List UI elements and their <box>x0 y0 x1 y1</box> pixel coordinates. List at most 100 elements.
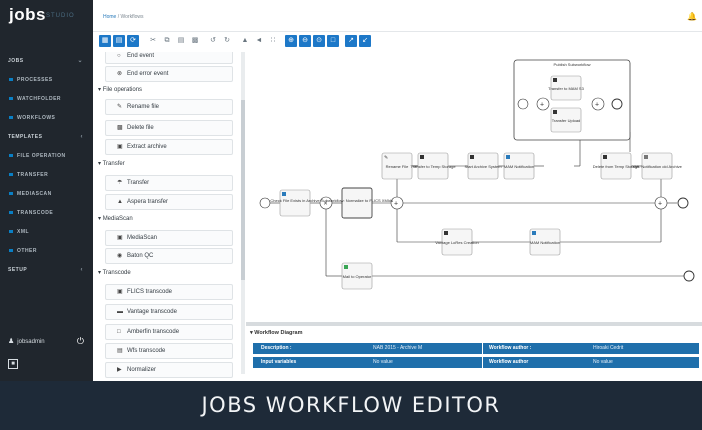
palette-item-label: Wfs transcode <box>127 348 166 354</box>
transfer-icon <box>420 155 424 159</box>
power-icon[interactable]: ⏻ <box>77 336 84 347</box>
top-bar: Home / Workflows 🔔 <box>93 0 702 32</box>
zoom-in-icon[interactable]: ⊕ <box>285 35 297 47</box>
task-label: Vantage LoRes Creation <box>435 240 479 245</box>
sidebar-item-templates[interactable]: TEMPLATES ‹ <box>0 128 93 147</box>
property-value: Hiroaki Cedrit <box>593 345 624 351</box>
sidebar-item-file-operation[interactable]: FILE OPERATION <box>0 147 93 166</box>
palette-item-end-error-event[interactable]: ⊗ End error event <box>105 66 233 82</box>
sidebar-item-jobs[interactable]: JOBS ⌄ <box>0 52 93 71</box>
zoom-out-icon[interactable]: ⊖ <box>299 35 311 47</box>
palette-item-wfs-transcode[interactable]: ▤ Wfs transcode <box>105 343 233 359</box>
undo-icon[interactable]: ↺ <box>207 35 219 47</box>
palette-group-transfer[interactable]: ▾ Transfer <box>98 160 125 167</box>
connect-icon[interactable]: ∷ <box>267 35 279 47</box>
transfer-icon <box>553 78 557 82</box>
validate-icon[interactable]: ⟳ <box>127 35 139 47</box>
sidebar-item-transfer[interactable]: TRANSFER <box>0 166 93 185</box>
xml-icon <box>644 155 648 159</box>
palette-group-label: Transfer <box>102 161 125 167</box>
save-icon[interactable]: ▦ <box>99 35 111 47</box>
copy-icon[interactable]: ⧉ <box>161 35 173 47</box>
save-as-icon[interactable]: ▤ <box>113 35 125 47</box>
canvas-horizontal-scrollbar[interactable] <box>246 322 702 326</box>
palette-item-normalizer[interactable]: ▶ Normalizer <box>105 362 233 378</box>
fit-icon[interactable]: □ <box>327 35 339 47</box>
paste-icon[interactable]: ▤ <box>175 35 187 47</box>
sidebar-item-watchfolder[interactable]: WATCHFOLDER <box>0 90 93 109</box>
palette-item-delete-file[interactable]: ▩ Delete file <box>105 120 233 136</box>
sidebar-item-other[interactable]: OTHER <box>0 242 93 261</box>
palette-item-label: Baton QC <box>127 253 154 259</box>
bullet-icon <box>9 154 13 158</box>
palette-group-file-operations[interactable]: ▾ File operations <box>98 86 142 93</box>
palette-item-mediascan[interactable]: ▣ MediaScan <box>105 230 233 246</box>
property-key: Workflow author : <box>489 345 532 351</box>
palette-group-transcode[interactable]: ▾ Transcode <box>98 269 131 276</box>
subprocess-title: Publish Subworkflow <box>554 62 591 67</box>
collapse-sidebar-button[interactable]: ■ <box>8 359 18 369</box>
breadcrumb-home-link[interactable]: Home <box>103 14 116 20</box>
vantage-icon: ▬ <box>117 309 123 315</box>
palette-group-mediascan[interactable]: ▾ MediaScan <box>98 215 133 222</box>
palette-item-transfer[interactable]: ☂ Transfer <box>105 175 233 191</box>
trash-icon: ▩ <box>117 125 123 131</box>
redo-icon[interactable]: ↻ <box>221 35 233 47</box>
distribute-icon[interactable]: ◄ <box>253 35 265 47</box>
sub-end-event[interactable] <box>611 98 623 110</box>
chevron-left-icon: ‹ <box>80 267 83 273</box>
diagram-canvas[interactable]: × + + Check File Exists in Archive Subwo… <box>246 52 702 322</box>
align-icon[interactable]: ▲ <box>239 35 251 47</box>
xml-icon <box>282 192 286 196</box>
palette-item-end-event[interactable]: ○ End event <box>105 52 233 64</box>
palette-item-vantage-transcode[interactable]: ▬ Vantage transcode <box>105 304 233 320</box>
palette-item-label: Normalizer <box>127 367 157 373</box>
sidebar-item-mediascan[interactable]: MEDIASCAN <box>0 185 93 204</box>
sidebar-item-workflows[interactable]: WORKFLOWS <box>0 109 93 128</box>
sidebar-item-setup[interactable]: SETUP ‹ <box>0 261 93 280</box>
properties-row[interactable]: Input variables No value Workflow author… <box>253 357 699 368</box>
palette-item-rename-file[interactable]: ✎ Rename file <box>105 99 233 115</box>
sub-start-event[interactable] <box>517 98 529 110</box>
task-label: Transfer to Temp Storage <box>410 164 456 169</box>
palette-item-flics-transcode[interactable]: ▣ FLICS transcode <box>105 284 233 300</box>
vantage-icon <box>444 231 448 235</box>
palette-item-aspera-transfer[interactable]: ▲ Aspera transfer <box>105 194 233 210</box>
expand-icon[interactable]: ↗ <box>345 35 357 47</box>
mail-icon <box>344 265 348 269</box>
palette-item-baton-qc[interactable]: ◉ Baton QC <box>105 248 233 264</box>
bell-icon[interactable]: 🔔 <box>687 12 697 21</box>
user-icon: ♟ <box>8 338 15 345</box>
chevron-left-icon: ‹ <box>80 134 83 140</box>
task-subworkflow[interactable] <box>341 187 373 219</box>
bullet-icon <box>9 211 13 215</box>
svg-text:+: + <box>595 102 599 109</box>
palette-item-amberfin-transcode[interactable]: □ Amberfin transcode <box>105 324 233 340</box>
workflow-diagram: × + + Check File Exists in Archive Subwo… <box>259 59 695 290</box>
panel-title[interactable]: ▾ Workflow Diagram <box>250 330 302 336</box>
sidebar-item-label: PROCESSES <box>17 77 53 83</box>
palette-item-extract-archive[interactable]: ▣ Extract archive <box>105 139 233 155</box>
collapse-icon[interactable]: ↙ <box>359 35 371 47</box>
zoom-reset-icon[interactable]: ⊙ <box>313 35 325 47</box>
cut-icon[interactable]: ✂ <box>147 35 159 47</box>
user-menu[interactable]: ♟ jobsadmin ⏻ <box>8 336 88 351</box>
rename-icon: ✎ <box>117 104 123 110</box>
end-event-mail[interactable] <box>683 270 695 282</box>
sidebar-item-transcode[interactable]: TRANSCODE <box>0 204 93 223</box>
sidebar-item-xml[interactable]: XML <box>0 223 93 242</box>
sidebar-nav: JOBS ⌄ PROCESSES WATCHFOLDER WORKFLOWS TE… <box>0 52 93 280</box>
palette-item-label: Vantage transcode <box>127 309 177 315</box>
palette-scroll-thumb[interactable] <box>241 100 245 280</box>
normalizer-icon: ▶ <box>117 367 122 373</box>
end-event[interactable] <box>677 197 689 209</box>
task-label: Transfer Upload <box>552 118 581 123</box>
chevron-down-icon: ⌄ <box>77 58 83 64</box>
sidebar-item-label: WATCHFOLDER <box>17 96 62 102</box>
start-event[interactable] <box>259 197 271 209</box>
sidebar-item-processes[interactable]: PROCESSES <box>0 71 93 90</box>
delete-icon[interactable]: ▩ <box>189 35 201 47</box>
properties-row[interactable]: Description : NAB 2015 - Archive M Workf… <box>253 343 699 354</box>
baton-icon: ◉ <box>117 253 123 259</box>
sidebar-item-label: FILE OPERATION <box>17 153 66 159</box>
